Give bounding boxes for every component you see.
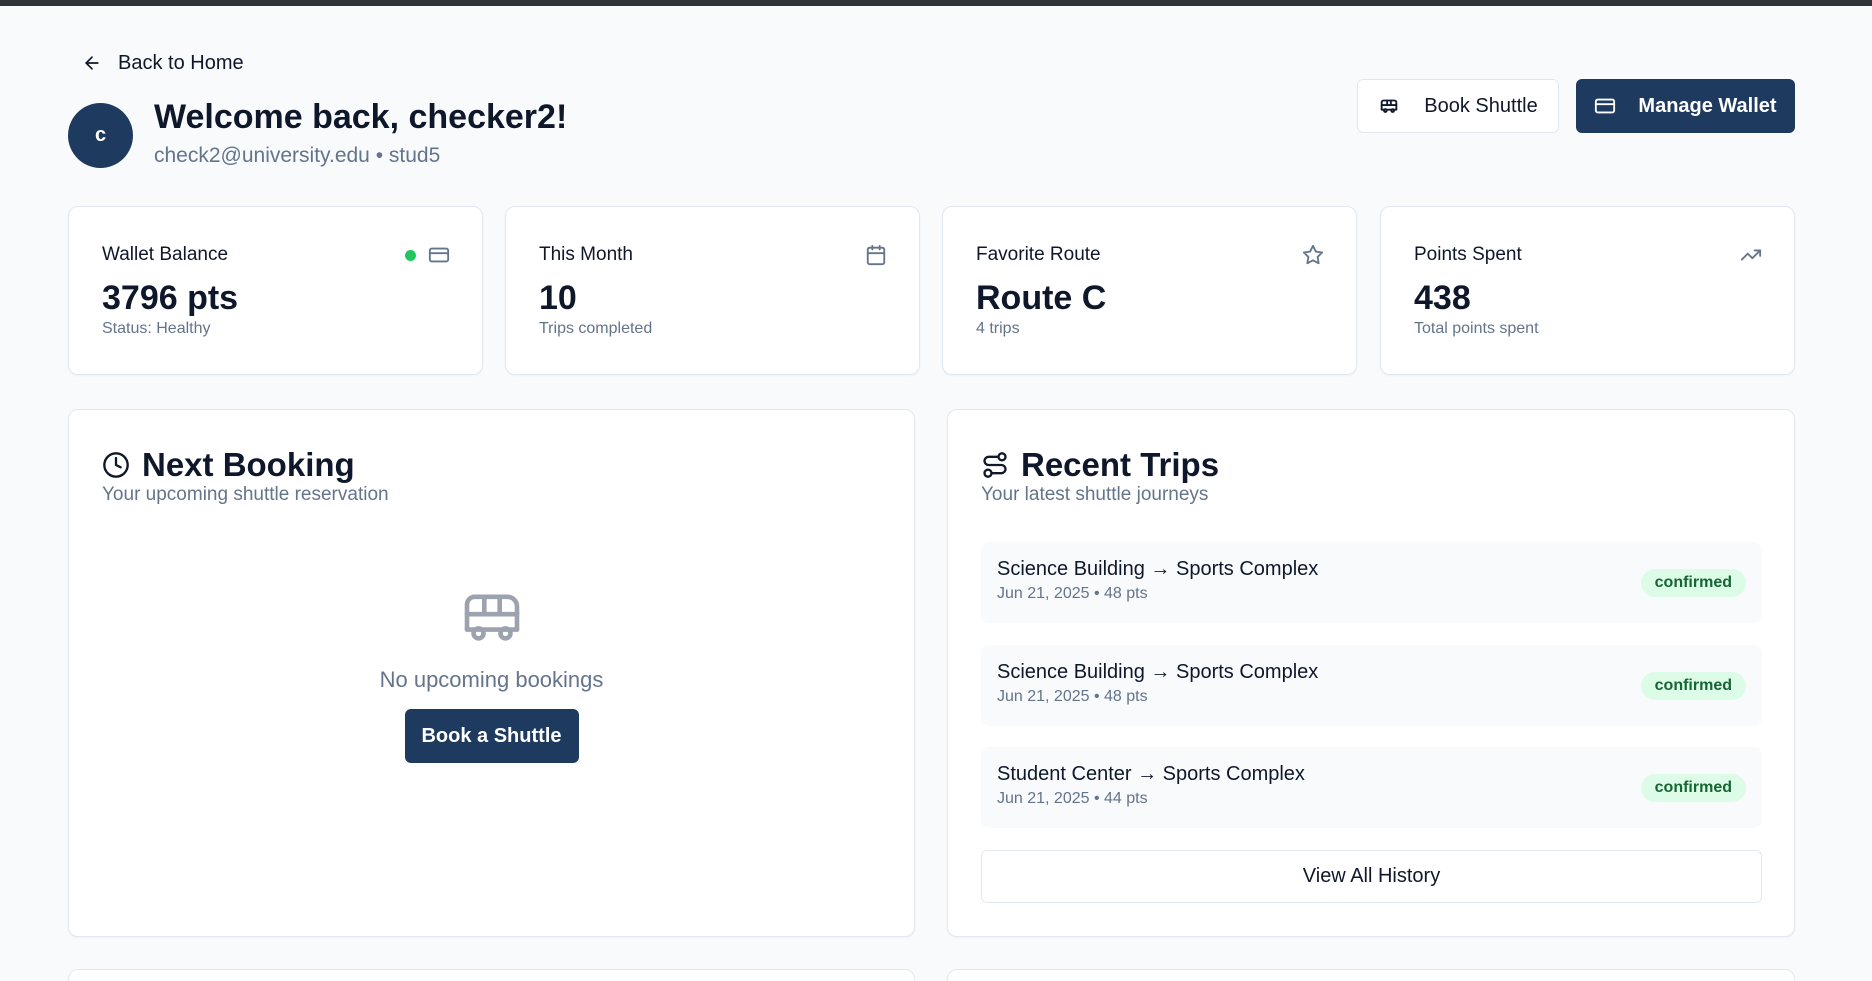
page-title: Welcome back, checker2! — [154, 98, 568, 136]
next-booking-subtitle: Your upcoming shuttle reservation — [102, 484, 389, 505]
trip-item[interactable]: Student Center → Sports Complex Jun 21, … — [981, 747, 1762, 828]
avatar-initial: c — [94, 124, 107, 146]
recent-trips-panel: Recent Trips Your latest shuttle journey… — [947, 409, 1795, 937]
empty-state: No upcoming bookings Book a Shuttle — [69, 593, 914, 763]
empty-state-text: No upcoming bookings — [379, 667, 604, 692]
status-badge: confirmed — [1640, 774, 1746, 802]
bus-icon — [461, 593, 523, 643]
status-badge: confirmed — [1640, 672, 1746, 700]
trip-meta: Jun 21, 2025 • 48 pts — [997, 688, 1148, 705]
stat-value: 438 — [1414, 279, 1471, 317]
trip-route: Science Building → Sports Complex — [997, 661, 1319, 683]
route-icon — [981, 451, 1009, 479]
recent-trips-subtitle: Your latest shuttle journeys — [981, 484, 1209, 505]
stat-card-favorite-route: Favorite Route Route C 4 trips — [942, 206, 1357, 375]
back-to-home-label: Back to Home — [118, 51, 244, 74]
stat-sub: Trips completed — [539, 320, 653, 337]
manage-wallet-label: Manage Wallet — [1638, 94, 1777, 117]
top-bar — [0, 0, 1872, 6]
status-badge: confirmed — [1640, 569, 1746, 597]
trip-item[interactable]: Science Building → Sports Complex Jun 21… — [981, 645, 1762, 726]
back-to-home-link[interactable]: Back to Home — [82, 48, 244, 78]
arrow-left-icon — [82, 53, 102, 73]
stat-label: Wallet Balance — [102, 244, 229, 265]
status-indicator-dot — [405, 249, 416, 261]
recent-trips-title: Recent Trips — [1021, 446, 1220, 483]
stat-value: 3796 pts — [102, 279, 239, 317]
calendar-icon — [865, 244, 887, 266]
clock-icon — [102, 451, 130, 479]
stat-label: This Month — [539, 244, 633, 265]
trip-route: Student Center → Sports Complex — [997, 763, 1305, 785]
stat-card-points-spent: Points Spent 438 Total points spent — [1380, 206, 1795, 375]
book-shuttle-label: Book Shuttle — [1424, 94, 1538, 117]
user-email-id: check2@university.edu • stud5 — [154, 144, 441, 167]
stat-card-this-month: This Month 10 Trips completed — [505, 206, 920, 375]
stat-label: Favorite Route — [976, 244, 1101, 265]
stat-label: Points Spent — [1414, 244, 1522, 265]
stat-sub: Status: Healthy — [102, 320, 211, 337]
view-all-history-button[interactable]: View All History — [981, 850, 1762, 903]
trip-route: Science Building → Sports Complex — [997, 558, 1319, 580]
stat-card-wallet-balance: Wallet Balance 3796 pts Status: Healthy — [68, 206, 483, 375]
trip-meta: Jun 21, 2025 • 48 pts — [997, 585, 1148, 602]
stat-value: Route C — [976, 279, 1107, 317]
next-panel-peek-left — [68, 969, 915, 981]
book-a-shuttle-button[interactable]: Book a Shuttle — [404, 709, 579, 763]
star-icon — [1302, 244, 1324, 266]
stat-sub: Total points spent — [1414, 320, 1539, 337]
credit-card-icon — [1594, 95, 1616, 117]
stat-value: 10 — [539, 279, 577, 317]
bus-icon — [1378, 95, 1400, 117]
next-panel-peek-right — [947, 969, 1795, 981]
stat-sub: 4 trips — [976, 320, 1020, 337]
next-booking-title: Next Booking — [142, 446, 355, 483]
manage-wallet-button[interactable]: Manage Wallet — [1576, 79, 1795, 133]
trending-up-icon — [1740, 244, 1762, 266]
next-booking-panel: Next Booking Your upcoming shuttle reser… — [68, 409, 915, 937]
book-shuttle-button[interactable]: Book Shuttle — [1357, 79, 1559, 133]
credit-card-icon — [428, 244, 450, 266]
trip-item[interactable]: Science Building → Sports Complex Jun 21… — [981, 542, 1762, 623]
avatar: c — [68, 103, 133, 168]
trip-meta: Jun 21, 2025 • 44 pts — [997, 790, 1148, 807]
